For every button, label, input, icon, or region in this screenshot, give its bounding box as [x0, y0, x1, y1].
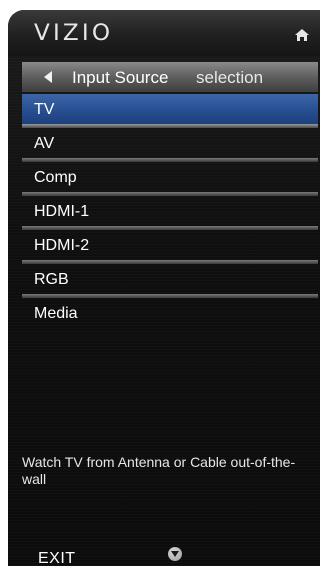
exit-button[interactable]: EXIT [38, 550, 76, 566]
input-item-media[interactable]: Media [22, 298, 318, 332]
top-bar: VIZIO [8, 10, 320, 56]
input-item-rgb[interactable]: RGB [22, 264, 318, 298]
input-label: RGB [34, 271, 69, 288]
menu-header: Input Source selection [22, 62, 318, 92]
menu-subtitle: selection [196, 68, 264, 87]
input-item-av[interactable]: AV [22, 128, 318, 162]
vizio-logo: VIZIO [34, 21, 114, 46]
input-label: TV [34, 101, 55, 118]
input-list: TV AV Comp HDMI-1 HDMI-2 RGB Media [22, 94, 318, 332]
back-arrow-icon[interactable] [44, 71, 52, 83]
input-item-hdmi2[interactable]: HDMI-2 [22, 230, 318, 264]
input-label: Media [34, 305, 78, 322]
menu-title: Input Source [72, 68, 169, 87]
input-label: HDMI-1 [34, 203, 90, 220]
input-label: HDMI-2 [34, 237, 90, 254]
input-label: Comp [34, 169, 77, 186]
help-text: Watch TV from Antenna or Cable out-of-th… [22, 454, 296, 487]
input-item-comp[interactable]: Comp [22, 162, 318, 196]
input-item-hdmi1[interactable]: HDMI-1 [22, 196, 318, 230]
home-icon[interactable] [294, 27, 310, 43]
footer-bar: EXIT [8, 540, 320, 566]
scroll-down-icon[interactable] [168, 547, 182, 561]
tv-frame: VIZIO Input Source selection TV AV Comp [0, 0, 324, 566]
menu-panel: VIZIO Input Source selection TV AV Comp [8, 10, 320, 566]
input-item-tv[interactable]: TV [22, 94, 318, 128]
input-label: AV [34, 135, 55, 152]
